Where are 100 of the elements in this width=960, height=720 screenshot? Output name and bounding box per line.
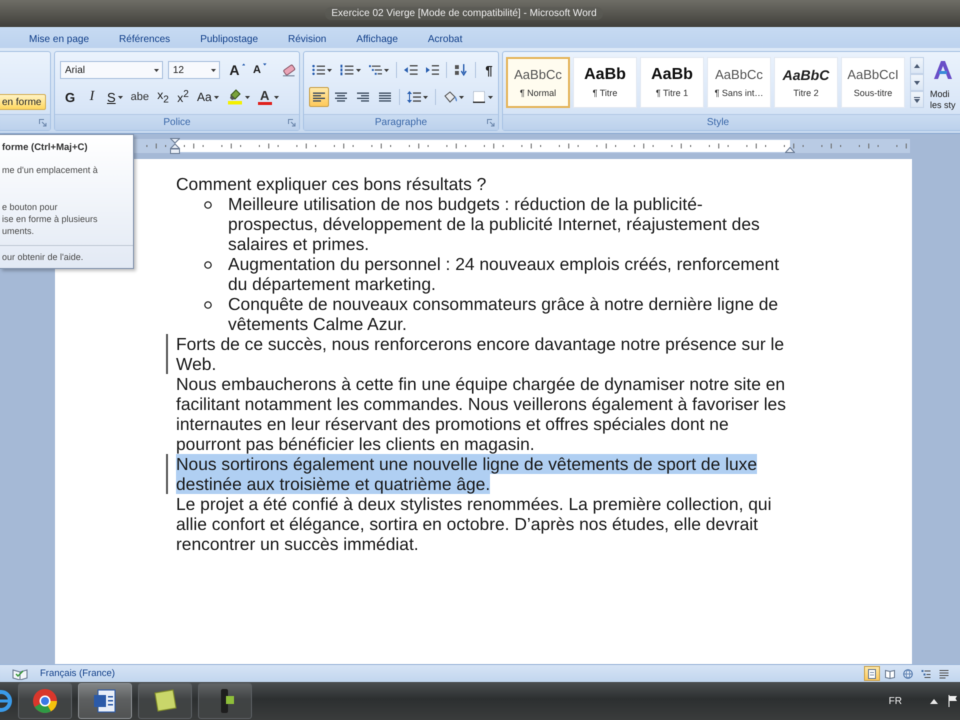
change-styles-button[interactable]: Modi les sty: [928, 57, 960, 113]
tooltip-text: uments.: [2, 225, 36, 237]
e-logo-icon[interactable]: [0, 688, 12, 714]
caret-icon: [488, 96, 493, 98]
right-indent-marker-icon[interactable]: [785, 147, 795, 153]
border-icon: [472, 91, 486, 103]
styles-icon: [932, 59, 954, 81]
caret-icon: [914, 80, 920, 84]
justify-icon: [378, 92, 392, 102]
caret-icon: [423, 96, 428, 98]
tooltip-title: forme (Ctrl+Maj+C): [2, 142, 89, 153]
italic-button[interactable]: I: [82, 87, 102, 107]
indent-icon: [426, 64, 440, 76]
taskbar-button[interactable]: [198, 683, 252, 719]
taskbar-button[interactable]: [18, 683, 72, 719]
subscript-button[interactable]: x$_{2}$: [154, 87, 172, 107]
caret-icon: [327, 68, 332, 72]
paragraph: Nous embaucherons à cette fin une équipe chargée de dynamiser notre site en facilitant notamment les commandes. Nous veillerons également à favoriser les internautes en leur réservant des promotions et offres spéciales dont ne pourront pas bénéficier les clients en magasin.: [175, 374, 787, 454]
group-label: Police: [163, 117, 191, 128]
taskbar-button[interactable]: [78, 683, 132, 719]
style-gallery-item[interactable]: AaBbCc ¶ Sans int…: [707, 57, 771, 108]
caret-icon: [211, 68, 216, 72]
open-book-icon: [885, 668, 895, 678]
tooltip-help-text: our obtenir de l'aide.: [2, 252, 84, 262]
change-case-button[interactable]: Aa: [194, 87, 222, 107]
tooltip-text: me d'un emplacement à: [2, 164, 99, 176]
style-gallery-item[interactable]: AaBbCcI Sous-titre: [841, 57, 905, 108]
ribbon-tab[interactable]: Acrobat: [412, 29, 478, 48]
outdent-icon: [404, 64, 418, 76]
line-spacing-icon: [407, 91, 421, 103]
input-language-indicator[interactable]: FR: [888, 696, 902, 706]
outline-list-icon: [921, 668, 931, 678]
ribbon-tab[interactable]: Publipostage: [185, 29, 274, 48]
window-title: Exercice 02 Vierge [Mode de compatibilité] - Microsoft Word: [325, 7, 603, 20]
up-caret-icon: [914, 64, 920, 68]
show-marks-button[interactable]: ¶: [480, 60, 498, 80]
more-icon: [914, 96, 920, 102]
font-name-field[interactable]: Arial: [60, 61, 163, 79]
caret-icon: [214, 96, 219, 98]
align-left-button[interactable]: [309, 87, 329, 107]
caret-icon: [459, 96, 464, 98]
gallery-down-button[interactable]: [910, 74, 924, 91]
paragraph: Le projet a été confié à deux stylistes renommées. La première collection, qui allie confort et élégance, sortira en octobre. D’après nos études, elle devrait rencontrer un succès immédiat.: [175, 494, 772, 554]
list-item: Meilleure utilisation de nos budgets : réduction de la publicité-prospectus, développement de la publicité Internet, réajustement des salaires et primes.: [227, 194, 761, 254]
caret-icon: [244, 96, 250, 98]
paragraph: Comment expliquer ces bons résultats ?: [175, 174, 488, 194]
shrink-font-button[interactable]: A: [250, 60, 270, 80]
globe-icon: [903, 668, 913, 678]
taskbar-button[interactable]: [138, 683, 192, 719]
bullet-icon: [204, 261, 212, 269]
list-item: Conquête de nouveaux consommateurs grâce à notre dernière ligne de vêtements Calme Azur.: [227, 294, 780, 334]
caret-icon: [274, 96, 279, 98]
up-arrow-icon[interactable]: [930, 698, 938, 704]
ring-logo-icon: [32, 688, 58, 714]
caret-icon: [118, 96, 123, 98]
tooltip-text: ise en forme à plusieurs: [2, 213, 99, 225]
font-color-button[interactable]: A: [254, 87, 282, 107]
strikethrough-button[interactable]: abe: [128, 87, 152, 107]
ribbon-tab[interactable]: Mise en page: [14, 29, 104, 48]
print-layout-button[interactable]: [864, 666, 880, 681]
indent-marker-icon[interactable]: [170, 138, 180, 154]
style-gallery-item[interactable]: AaBb ¶ Titre: [573, 57, 637, 108]
font-size-field[interactable]: 12: [168, 61, 220, 79]
bold-button[interactable]: G: [60, 87, 80, 107]
superscript-button[interactable]: x$^{2}$: [174, 87, 192, 107]
ribbon-tab[interactable]: Révision: [273, 29, 342, 48]
align-right-icon: [356, 92, 370, 102]
list-item: Augmentation du personnel : 24 nouveaux emplois créés, renforcement du département marketing.: [227, 254, 780, 294]
highlighter-icon: [226, 89, 243, 105]
grow-font-button[interactable]: A: [226, 60, 248, 80]
group-label: Style: [706, 117, 730, 128]
language-label[interactable]: Français (France): [40, 668, 115, 679]
document-icon: [92, 688, 118, 714]
lines-icon: [939, 668, 949, 678]
align-center-icon: [334, 92, 348, 102]
format-painter-button[interactable]: en forme: [0, 94, 46, 110]
up-caret-icon: [242, 63, 246, 66]
sort-icon: [454, 64, 468, 76]
caret-icon: [262, 63, 267, 66]
style-gallery-item[interactable]: AaBbCc ¶ Normal: [506, 57, 570, 108]
caret-icon: [356, 68, 361, 72]
gallery-more-button[interactable]: [910, 91, 924, 108]
ribbon-tab[interactable]: Références: [104, 29, 186, 48]
ribbon-tab[interactable]: Affichage: [341, 29, 413, 48]
paragraph: Forts de ce succès, nous renforcerons encore davantage notre présence sur le Web.: [166, 334, 791, 374]
flag-icon[interactable]: [948, 695, 958, 707]
caret-icon: [384, 68, 390, 72]
style-gallery-item[interactable]: AaBbC Titre 2: [774, 57, 838, 108]
numbered-list-icon: [340, 64, 354, 76]
bullet-icon: [204, 301, 212, 309]
note-icon: [152, 688, 178, 714]
tooltip-text: e bouton pour: [2, 201, 59, 213]
paint-bucket-icon: [443, 91, 457, 103]
group-label: Paragraphe: [374, 117, 428, 128]
caret-icon: [154, 68, 159, 72]
gallery-up-button[interactable]: [910, 57, 924, 74]
style-gallery-item[interactable]: AaBb ¶ Titre 1: [640, 57, 704, 108]
underline-button[interactable]: S: [104, 87, 126, 107]
book-icon[interactable]: [12, 668, 28, 680]
align-left-icon: [312, 92, 326, 102]
